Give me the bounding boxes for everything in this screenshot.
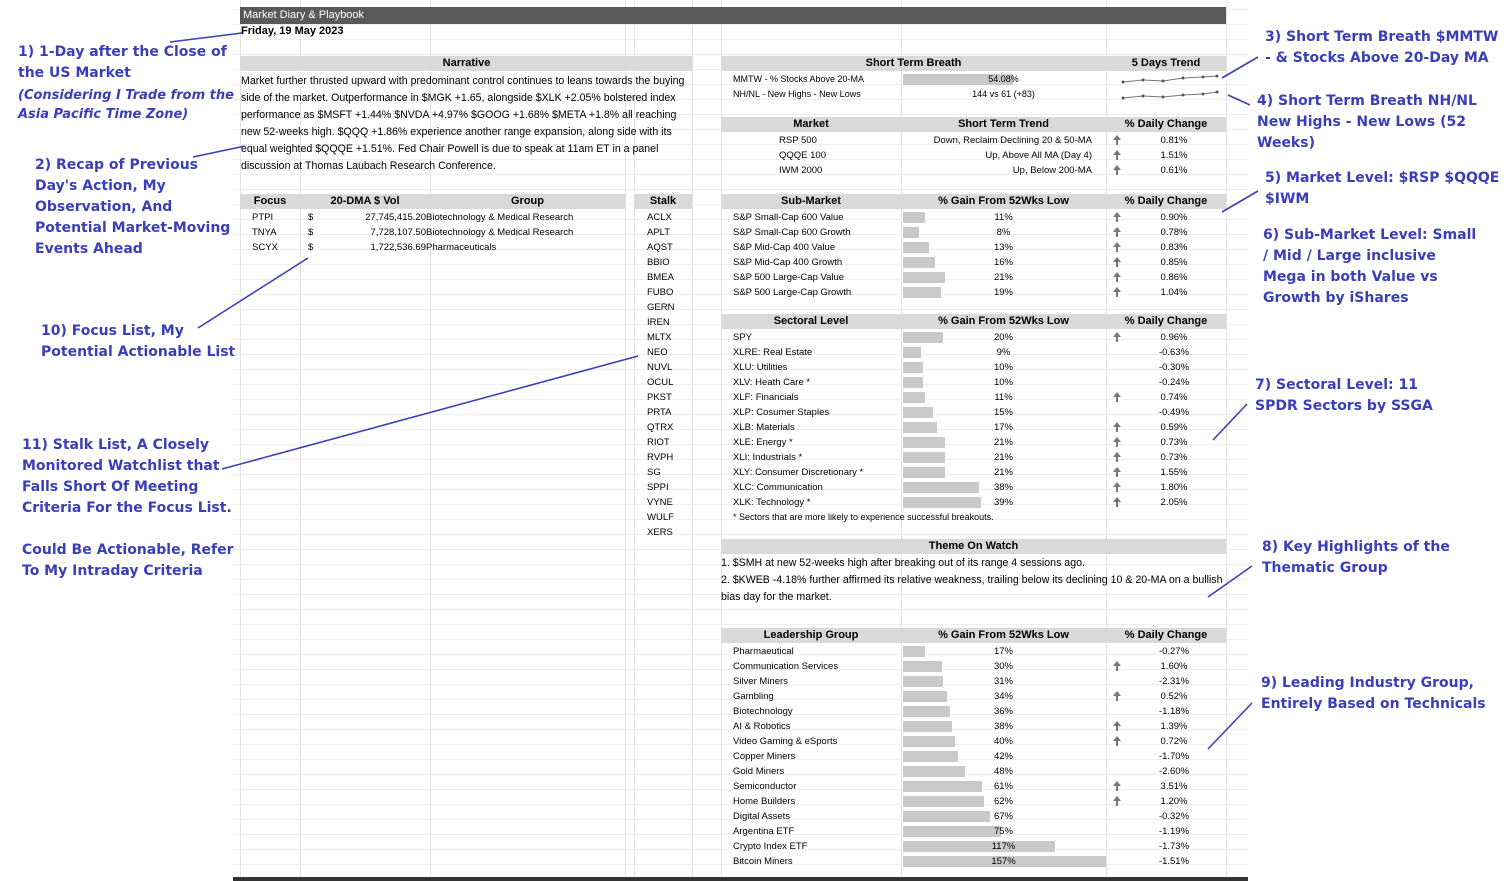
connector-11 bbox=[221, 355, 639, 470]
connector-10 bbox=[197, 257, 309, 329]
connector-9 bbox=[1207, 702, 1253, 750]
connector-8 bbox=[1207, 565, 1253, 598]
connector-5 bbox=[1221, 190, 1259, 213]
connector-1 bbox=[169, 32, 243, 43]
connector-7 bbox=[1212, 403, 1248, 441]
connector-4 bbox=[1227, 94, 1251, 106]
connector-2 bbox=[192, 145, 246, 158]
connector-3 bbox=[1221, 56, 1259, 79]
annotation-connectors bbox=[169, 32, 1259, 750]
